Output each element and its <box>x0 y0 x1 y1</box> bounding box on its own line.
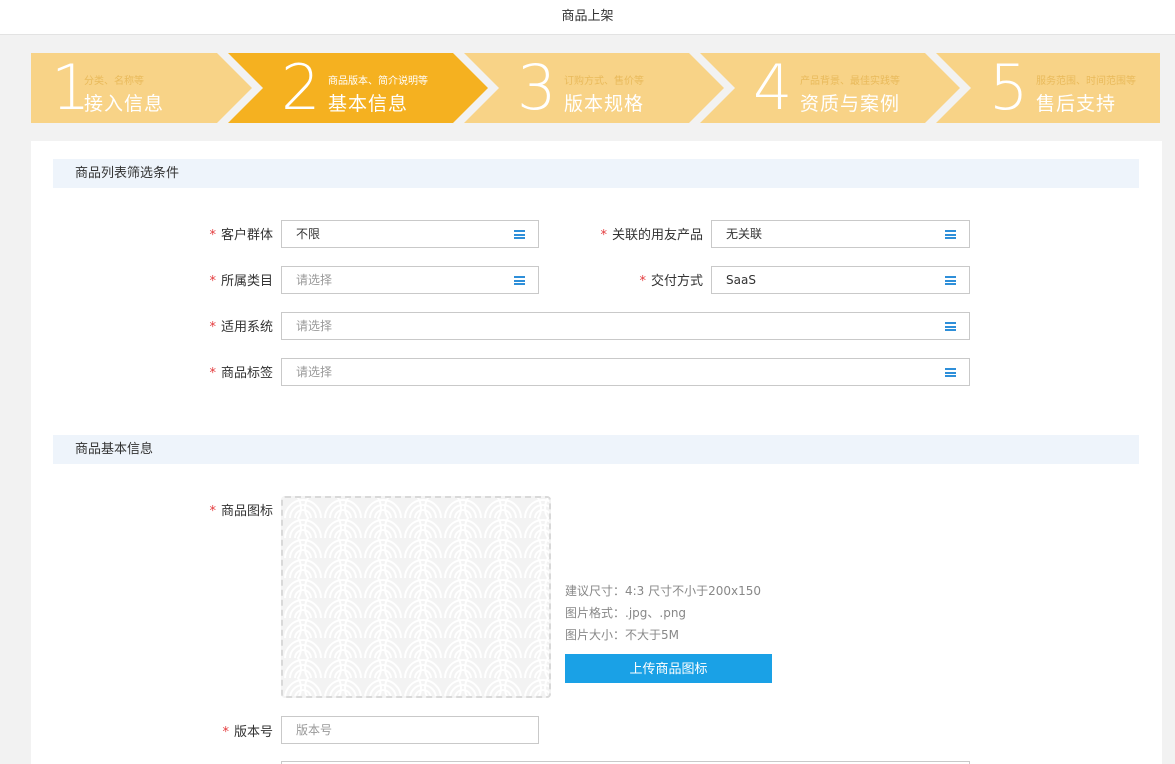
required-mark: * <box>209 228 216 243</box>
step-number: 4 <box>753 51 793 124</box>
tags-placeholder: 请选择 <box>296 365 333 379</box>
version-label: * 版本号 <box>222 725 273 740</box>
step-title: 资质与案例 <box>800 93 901 115</box>
step-title: 基本信息 <box>328 93 409 115</box>
menu-icon <box>514 230 525 239</box>
menu-icon <box>514 276 525 285</box>
system-label: * 适用系统 <box>209 320 273 335</box>
menu-icon <box>945 230 956 239</box>
customer-group-select[interactable]: 不限 <box>281 220 539 248</box>
menu-icon <box>945 276 956 285</box>
basic-section-title: 商品基本信息 <box>53 435 1139 464</box>
required-mark: * <box>209 504 216 519</box>
step-subtitle: 商品版本、简介说明等 <box>328 76 428 87</box>
system-select[interactable]: 请选择 <box>281 312 970 340</box>
category-placeholder: 请选择 <box>296 273 333 287</box>
related-product-value: 无关联 <box>726 227 763 241</box>
step-title: 接入信息 <box>84 93 165 115</box>
version-placeholder: 版本号 <box>296 723 333 737</box>
customer-group-value: 不限 <box>296 227 321 241</box>
upload-icon-button[interactable]: 上传商品图标 <box>565 654 772 683</box>
system-placeholder: 请选择 <box>296 319 333 333</box>
step-subtitle: 产品背景、最佳实践等 <box>800 76 900 87</box>
upload-hint-filesize: 图片大小：不大于5M <box>565 628 679 642</box>
form-panel: 商品列表筛选条件 * 客户群体 不限 * 关联的用友产品 无关联 * 所属类目 请选择… <box>31 141 1162 764</box>
tags-label: * 商品标签 <box>209 366 273 381</box>
customer-group-label: * 客户群体 <box>209 228 273 243</box>
page-header: 商品上架 <box>0 0 1175 35</box>
product-icon-label: * 商品图标 <box>209 504 273 519</box>
category-label: * 所属类目 <box>209 274 273 289</box>
required-mark: * <box>209 320 216 335</box>
menu-icon <box>945 322 956 331</box>
step-subtitle: 服务范围、时间范围等 <box>1036 76 1136 87</box>
upload-hint-size: 建议尺寸：4:3 尺寸不小于200x150 <box>565 584 762 598</box>
delivery-value: SaaS <box>726 273 756 287</box>
step-title: 售后支持 <box>1036 93 1117 115</box>
required-mark: * <box>600 228 607 243</box>
related-product-select[interactable]: 无关联 <box>711 220 970 248</box>
tags-select[interactable]: 请选择 <box>281 358 970 386</box>
step-subtitle: 分类、名称等 <box>84 76 144 87</box>
step-number: 5 <box>989 51 1029 124</box>
menu-icon <box>945 368 956 377</box>
step-title: 版本规格 <box>564 93 645 115</box>
icon-upload-area[interactable] <box>281 496 551 698</box>
required-mark: * <box>209 274 216 289</box>
wave-pattern <box>283 498 549 696</box>
category-select[interactable]: 请选择 <box>281 266 539 294</box>
required-mark: * <box>639 274 646 289</box>
step-number: 2 <box>281 51 321 124</box>
required-mark: * <box>209 366 216 381</box>
delivery-select[interactable]: SaaS <box>711 266 970 294</box>
page-title: 商品上架 <box>561 9 614 24</box>
delivery-label: * 交付方式 <box>639 274 703 289</box>
step-progress: 1 分类、名称等 接入信息 2 商品版本、简介说明等 基本信息 3 订购方式、售… <box>31 53 1160 123</box>
step-subtitle: 订购方式、售价等 <box>564 76 644 87</box>
required-mark: * <box>222 725 229 740</box>
version-input[interactable]: 版本号 <box>281 716 539 744</box>
step-number: 3 <box>517 51 557 124</box>
related-product-label: * 关联的用友产品 <box>600 228 703 243</box>
filter-section-title: 商品列表筛选条件 <box>53 159 1139 188</box>
upload-hint-format: 图片格式：.jpg、.png <box>565 606 687 620</box>
